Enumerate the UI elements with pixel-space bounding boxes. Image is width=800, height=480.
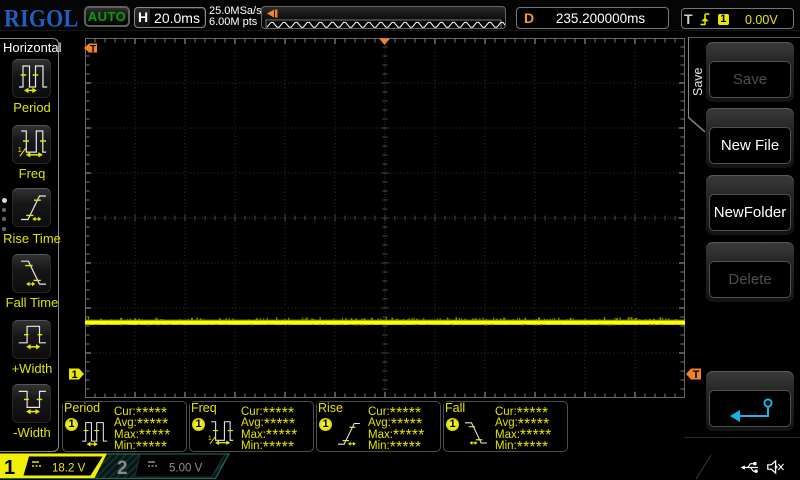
- svg-text:1: 1: [18, 145, 22, 154]
- svg-text:1: 1: [4, 457, 15, 479]
- svg-text:18.2 V: 18.2 V: [52, 463, 86, 475]
- svg-text:1: 1: [71, 369, 77, 381]
- svg-text:2: 2: [117, 458, 128, 479]
- svg-text:5.00 V: 5.00 V: [169, 463, 203, 475]
- svg-text:T: T: [693, 369, 700, 381]
- svg-text:T: T: [90, 44, 96, 54]
